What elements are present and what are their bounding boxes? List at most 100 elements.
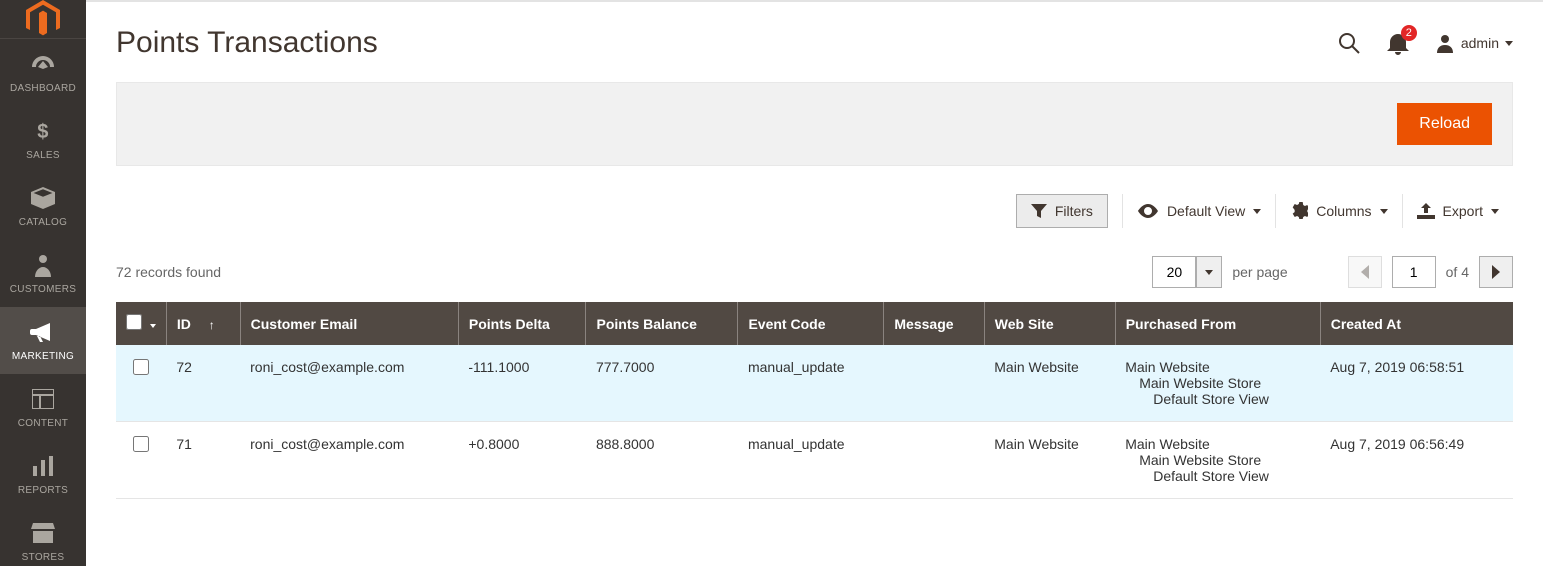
col-id[interactable]: ID ↑ (166, 302, 240, 345)
sidebar-item-customers[interactable]: CUSTOMERS (0, 240, 86, 307)
user-menu[interactable]: admin (1435, 33, 1513, 53)
sidebar-item-sales[interactable]: $ SALES (0, 106, 86, 173)
chevron-left-icon (1360, 265, 1370, 279)
sidebar-item-label: DASHBOARD (4, 83, 82, 94)
page-size-dropdown[interactable] (1196, 256, 1222, 288)
notifications-badge: 2 (1401, 25, 1417, 41)
default-view-label: Default View (1167, 203, 1245, 219)
cell-message (884, 345, 984, 422)
cell-purchased-from: Main Website Main Website Store Default … (1115, 345, 1320, 422)
main-panel: Points Transactions 2 admin Reload (86, 0, 1543, 566)
cell-event: manual_update (738, 345, 884, 422)
col-delta[interactable]: Points Delta (458, 302, 586, 345)
search-button[interactable] (1337, 31, 1361, 55)
table-row[interactable]: 71 roni_cost@example.com +0.8000 888.800… (116, 422, 1513, 499)
chevron-down-icon (1505, 41, 1513, 46)
sidebar-item-label: REPORTS (4, 485, 82, 496)
sidebar-item-label: CONTENT (4, 418, 82, 429)
sidebar-item-label: CUSTOMERS (4, 284, 82, 295)
storefront-icon (4, 520, 82, 546)
col-purchased-from[interactable]: Purchased From (1115, 302, 1320, 345)
cell-delta: -111.1000 (458, 345, 586, 422)
transactions-grid: ID ↑ Customer Email Points Delta Points … (116, 302, 1513, 499)
bar-chart-icon (4, 453, 82, 479)
user-name: admin (1461, 35, 1499, 51)
sidebar-item-dashboard[interactable]: DASHBOARD (0, 39, 86, 106)
page-action-bar: Reload (116, 82, 1513, 166)
cell-website: Main Website (984, 345, 1115, 422)
col-created-at[interactable]: Created At (1320, 302, 1513, 345)
row-checkbox[interactable] (133, 436, 149, 452)
chevron-down-icon (1380, 209, 1388, 214)
sidebar-item-stores[interactable]: STORES (0, 508, 86, 575)
cell-id: 72 (166, 345, 240, 422)
export-label: Export (1443, 203, 1483, 219)
per-page-label: per page (1232, 264, 1287, 280)
page-total-label: of 4 (1446, 264, 1469, 280)
cell-created-at: Aug 7, 2019 06:56:49 (1320, 422, 1513, 499)
sort-asc-icon: ↑ (209, 318, 215, 332)
cell-message (884, 422, 984, 499)
next-page-button[interactable] (1479, 256, 1513, 288)
box-icon (4, 185, 82, 211)
default-view-button[interactable]: Default View (1137, 194, 1261, 228)
eye-icon (1137, 204, 1159, 218)
reload-button[interactable]: Reload (1397, 103, 1492, 145)
col-balance[interactable]: Points Balance (586, 302, 738, 345)
sidebar-item-content[interactable]: CONTENT (0, 374, 86, 441)
cell-balance: 777.7000 (586, 345, 738, 422)
export-button[interactable]: Export (1417, 194, 1499, 228)
columns-button[interactable]: Columns (1290, 194, 1387, 228)
filters-label: Filters (1055, 203, 1093, 219)
magento-logo-icon (26, 0, 60, 38)
col-event[interactable]: Event Code (738, 302, 884, 345)
chevron-down-icon (1253, 209, 1261, 214)
select-all-checkbox[interactable] (126, 314, 142, 330)
sidebar-item-label: CATALOG (4, 217, 82, 228)
gear-icon (1290, 202, 1308, 220)
magento-logo[interactable] (0, 0, 86, 39)
sidebar-item-label: STORES (4, 552, 82, 563)
prev-page-button[interactable] (1348, 256, 1382, 288)
cell-balance: 888.8000 (586, 422, 738, 499)
svg-text:$: $ (37, 121, 48, 143)
sidebar-item-catalog[interactable]: CATALOG (0, 173, 86, 240)
person-icon (4, 252, 82, 278)
page-size-select[interactable] (1152, 256, 1222, 288)
cell-email: roni_cost@example.com (240, 422, 458, 499)
sidebar-item-label: SALES (4, 150, 82, 161)
columns-label: Columns (1316, 203, 1371, 219)
current-page-input[interactable] (1392, 256, 1436, 288)
cell-created-at: Aug 7, 2019 06:58:51 (1320, 345, 1513, 422)
cell-email: roni_cost@example.com (240, 345, 458, 422)
chevron-down-icon (150, 324, 156, 328)
chevron-down-icon (1491, 209, 1499, 214)
funnel-icon (1031, 204, 1047, 218)
chevron-down-icon (1205, 270, 1213, 275)
cell-delta: +0.8000 (458, 422, 586, 499)
sidebar-item-reports[interactable]: REPORTS (0, 441, 86, 508)
sidebar-item-label: MARKETING (4, 351, 82, 362)
col-message[interactable]: Message (884, 302, 984, 345)
page-size-input[interactable] (1152, 256, 1196, 288)
records-found: 72 records found (116, 264, 221, 280)
filters-button[interactable]: Filters (1016, 194, 1108, 228)
row-checkbox[interactable] (133, 359, 149, 375)
layout-icon (4, 386, 82, 412)
user-icon (1435, 33, 1455, 53)
cell-purchased-from: Main Website Main Website Store Default … (1115, 422, 1320, 499)
col-email[interactable]: Customer Email (240, 302, 458, 345)
cell-id: 71 (166, 422, 240, 499)
cell-event: manual_update (738, 422, 884, 499)
notifications-button[interactable]: 2 (1387, 31, 1409, 55)
sidebar-item-marketing[interactable]: MARKETING (0, 307, 86, 374)
col-select-all[interactable] (116, 302, 166, 345)
pager: per page of 4 (1152, 256, 1513, 288)
admin-sidebar: DASHBOARD $ SALES CATALOG CUSTOMERS MARK… (0, 0, 86, 566)
grid-toolbar: Filters Default View Columns (116, 194, 1513, 228)
dollar-icon: $ (4, 118, 82, 144)
page-title: Points Transactions (116, 26, 378, 60)
col-website[interactable]: Web Site (984, 302, 1115, 345)
gauge-icon (4, 51, 82, 77)
table-row[interactable]: 72 roni_cost@example.com -111.1000 777.7… (116, 345, 1513, 422)
